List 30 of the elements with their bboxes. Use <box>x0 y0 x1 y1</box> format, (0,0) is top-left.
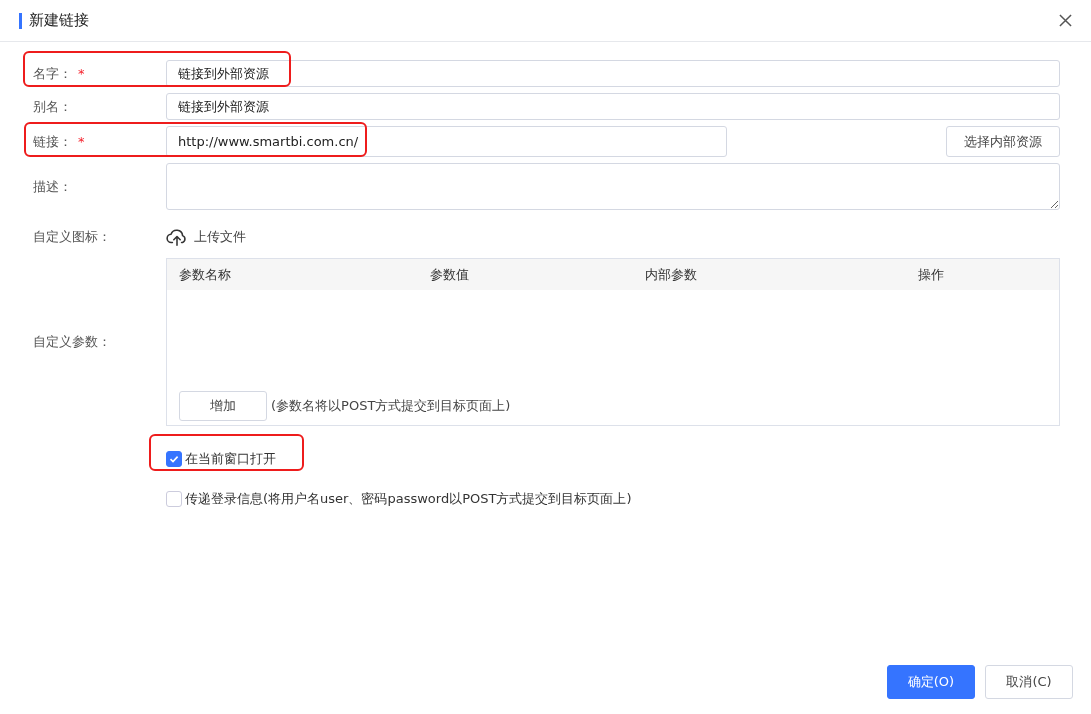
description-field[interactable] <box>166 163 1060 210</box>
field-label: 自定义图标： <box>33 228 111 246</box>
close-icon[interactable] <box>1059 14 1072 27</box>
checkbox[interactable] <box>166 491 182 507</box>
cancel-button[interactable]: 取消(C) <box>985 665 1073 699</box>
field-label: 描述： <box>33 177 72 196</box>
field-label: 名字： <box>33 64 72 83</box>
required-mark: * <box>78 66 85 81</box>
select-resource-button[interactable]: 选择内部资源 <box>946 126 1060 157</box>
checkbox[interactable] <box>166 451 182 467</box>
required-mark: * <box>78 134 85 149</box>
column-header: 参数值 <box>428 265 470 284</box>
dialog-title: 新建链接 <box>29 11 90 30</box>
column-header: 操作 <box>917 265 946 284</box>
column-header: 参数名称 <box>179 265 232 284</box>
cloud-upload-icon <box>166 226 188 248</box>
text-field[interactable]: 链接到外部资源 <box>166 60 1060 87</box>
title-accent-bar <box>19 12 22 29</box>
column-header: 内部参数 <box>643 265 698 284</box>
checkbox-label: 在当前窗口打开 <box>185 450 276 468</box>
confirm-button[interactable]: 确定(O) <box>887 665 975 699</box>
link-field[interactable]: http://www.smartbi.com.cn/ <box>166 126 727 157</box>
hint-text: (参数名将以POST方式提交到目标页面上) <box>271 397 511 415</box>
field-label: 别名： <box>33 97 72 116</box>
field-label: 自定义参数： <box>33 333 111 351</box>
checkbox-label: 传递登录信息(将用户名user、密码password以POST方式提交到目标页面上) <box>185 490 632 508</box>
upload-button[interactable]: 上传文件 <box>166 226 246 248</box>
add-button[interactable]: 增加 <box>179 391 267 421</box>
text-field[interactable]: 链接到外部资源 <box>166 93 1060 120</box>
field-label: 链接： <box>33 132 72 151</box>
